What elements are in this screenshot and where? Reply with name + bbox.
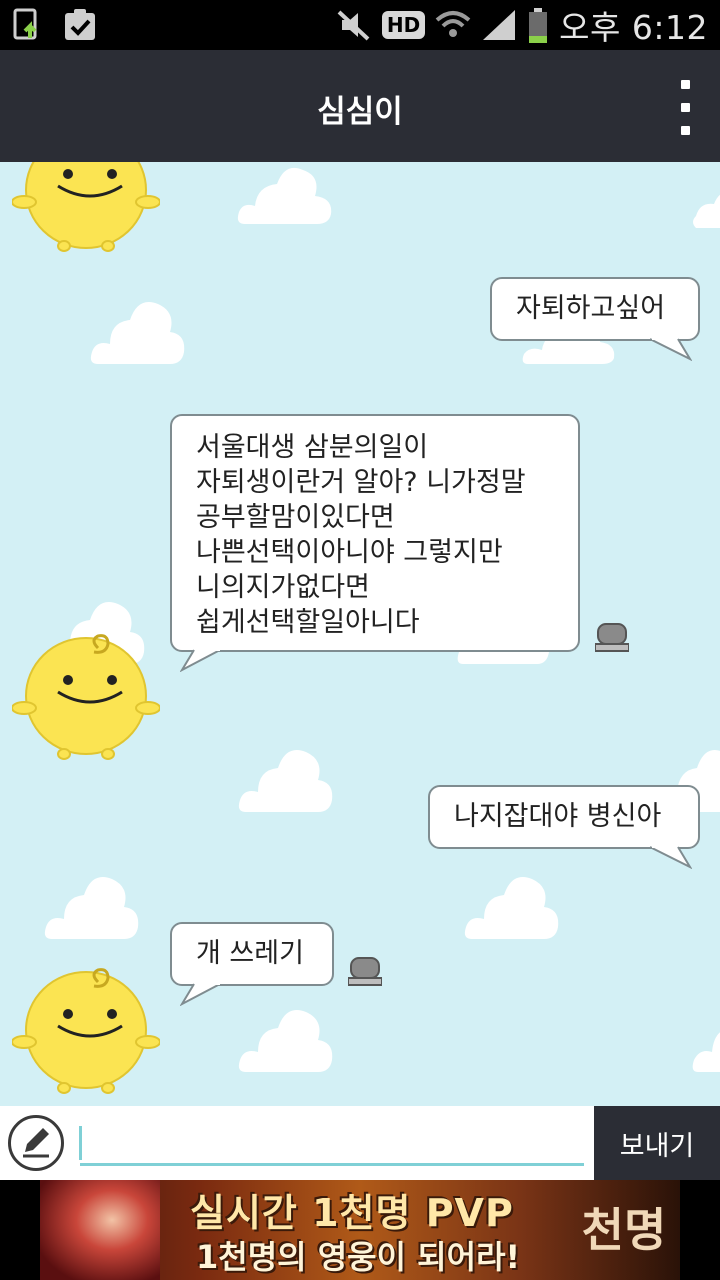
user-message-bubble[interactable]: 나지잡대야 병신아 bbox=[428, 785, 700, 849]
pencil-icon[interactable] bbox=[8, 1115, 64, 1171]
page-title: 심심이 bbox=[317, 94, 403, 130]
ad-image[interactable]: 실시간 1천명 PVP 1천명의 영웅이 되어라! 천명 bbox=[40, 1180, 680, 1280]
bubble-tail bbox=[180, 982, 221, 1006]
ad-headline: 실시간 1천명 PVP bbox=[190, 1191, 514, 1235]
background-cloud bbox=[238, 1010, 333, 1072]
bubble-tail bbox=[650, 845, 692, 869]
message-input[interactable] bbox=[80, 1122, 584, 1166]
bubble-tail bbox=[180, 648, 221, 672]
ad-character-art bbox=[40, 1180, 160, 1280]
message-text: 서울대생 삼분의일이 자퇴생이란거 알아? 니가정말 공부할맘이있다면 나쁜선택… bbox=[196, 432, 526, 638]
ad-subheadline: 1천명의 영웅이 되어라! bbox=[196, 1238, 521, 1276]
bot-message-bubble[interactable]: 개 쓰레기 bbox=[170, 922, 334, 986]
status-bar: HD 오후 6:12 bbox=[0, 0, 720, 50]
mute-icon bbox=[336, 8, 372, 42]
message-text: 개 쓰레기 bbox=[196, 938, 304, 969]
hd-voice-icon: HD bbox=[381, 11, 426, 39]
background-cloud bbox=[464, 877, 559, 939]
send-button[interactable]: 보내기 bbox=[594, 1106, 720, 1180]
message-input-bar: 보내기 bbox=[0, 1106, 720, 1180]
ad-banner[interactable]: 실시간 1천명 PVP 1천명의 영웅이 되어라! 천명 bbox=[0, 1180, 720, 1280]
bot-message-bubble[interactable]: 서울대생 삼분의일이 자퇴생이란거 알아? 니가정말 공부할맘이있다면 나쁜선택… bbox=[170, 414, 580, 652]
report-siren-icon[interactable] bbox=[348, 954, 382, 986]
clipboard-check-icon bbox=[62, 8, 98, 42]
background-cloud bbox=[44, 877, 139, 939]
message-text: 자퇴하고싶어 bbox=[516, 293, 666, 324]
app-bar: 심심이 bbox=[0, 50, 720, 162]
background-cloud bbox=[90, 302, 185, 364]
battery-icon bbox=[527, 8, 549, 43]
clock: 오후 6:12 bbox=[559, 8, 708, 47]
background-cloud bbox=[238, 750, 333, 812]
chat-area[interactable]: 자퇴하고싶어 서울대생 삼분의일이 자퇴생이란거 알아? 니가정말 공부할맘이있… bbox=[0, 162, 720, 1106]
simsimi-avatar[interactable] bbox=[12, 628, 160, 762]
simsimi-avatar[interactable] bbox=[12, 962, 160, 1096]
simsimi-avatar[interactable] bbox=[12, 162, 160, 252]
background-cloud bbox=[692, 1032, 720, 1072]
more-vertical-icon[interactable] bbox=[678, 80, 692, 136]
wifi-icon bbox=[435, 8, 471, 42]
background-cloud bbox=[237, 167, 332, 224]
bubble-tail bbox=[650, 337, 692, 361]
report-siren-icon[interactable] bbox=[595, 620, 629, 652]
user-message-bubble[interactable]: 자퇴하고싶어 bbox=[490, 277, 700, 341]
ad-game-logo: 천명 bbox=[581, 1203, 667, 1257]
signal-icon bbox=[481, 8, 517, 42]
sim-upload-icon bbox=[12, 8, 48, 42]
message-text: 나지잡대야 병신아 bbox=[454, 801, 662, 832]
background-cloud bbox=[693, 194, 720, 228]
